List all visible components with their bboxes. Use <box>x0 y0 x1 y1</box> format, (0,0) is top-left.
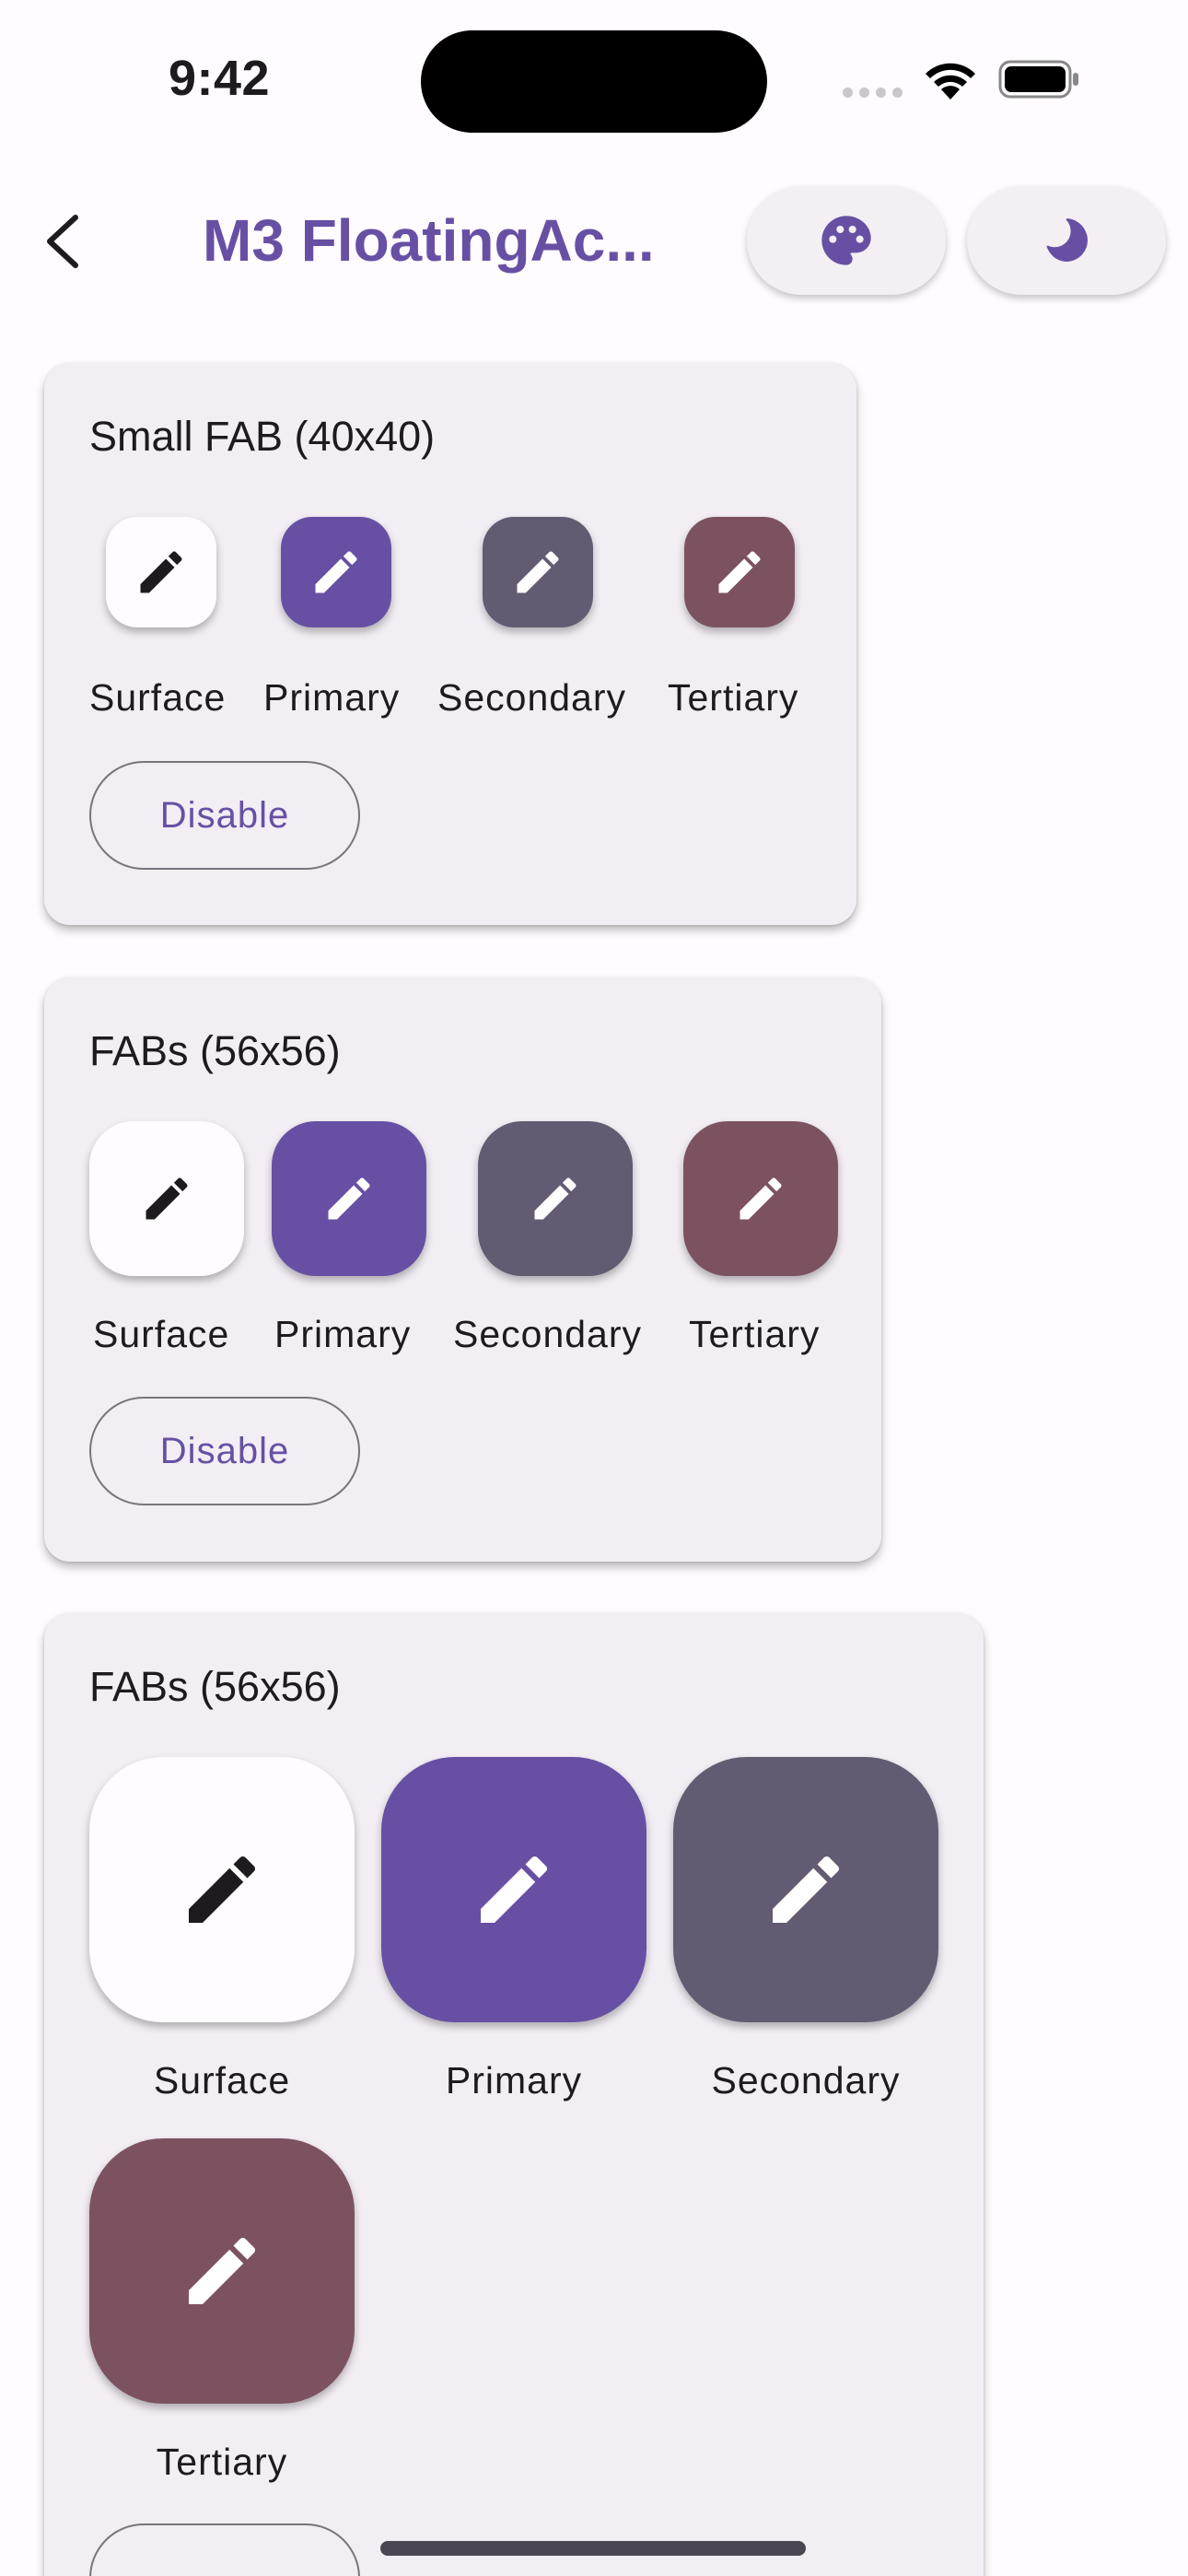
fab-label: Tertiary <box>156 2441 288 2483</box>
pencil-icon <box>328 1177 370 1220</box>
fab-label: Tertiary <box>689 1313 821 1355</box>
pencil-icon <box>140 551 182 593</box>
fab-label: Tertiary <box>668 676 799 719</box>
fab-label: Primary <box>274 1313 412 1355</box>
fab-secondary[interactable] <box>673 1757 938 2022</box>
disable-button[interactable]: Disable <box>89 1397 360 1505</box>
cellular-signal-icon <box>843 88 903 98</box>
theme-toggle-button[interactable] <box>967 186 1166 295</box>
fab-label: Surface <box>93 1313 230 1355</box>
pencil-icon <box>146 1177 188 1220</box>
pencil-icon <box>189 2237 256 2304</box>
pencil-icon <box>740 1177 782 1220</box>
pencil-icon <box>534 1177 577 1220</box>
screen: 9:42 M3 FloatingAc... Small FAB (40x40) … <box>0 0 1188 2576</box>
battery-icon <box>998 60 1078 99</box>
fab-tertiary[interactable] <box>89 2138 355 2404</box>
pencil-icon <box>517 551 559 593</box>
palette-icon <box>821 216 871 265</box>
pencil-icon <box>773 1856 840 1923</box>
pencil-icon <box>315 551 357 593</box>
moon-icon <box>1046 218 1088 262</box>
fab-tertiary[interactable] <box>683 1121 838 1276</box>
fab-surface[interactable] <box>89 1121 244 1276</box>
fab-label: Secondary <box>711 2059 901 2102</box>
card-title: FABs (56x56) <box>89 1027 341 1074</box>
fab-tertiary[interactable] <box>684 517 795 627</box>
wifi-icon <box>926 63 975 100</box>
small-fab-card: Small FAB (40x40) Surface Primary Second… <box>44 363 856 925</box>
fab-label: Surface <box>153 2059 291 2102</box>
fab-label: Primary <box>263 676 401 719</box>
palette-button[interactable] <box>747 186 946 295</box>
fab-label: Secondary <box>453 1313 643 1355</box>
fab-primary[interactable] <box>272 1121 426 1276</box>
card-title: Small FAB (40x40) <box>89 413 436 460</box>
fab-label: Primary <box>445 2059 583 2102</box>
fab-secondary[interactable] <box>483 517 593 627</box>
pencil-icon <box>189 1856 256 1923</box>
pencil-icon <box>481 1856 548 1923</box>
status-time: 9:42 <box>169 51 271 106</box>
disable-button[interactable] <box>89 2523 360 2576</box>
fab-label: Secondary <box>437 676 627 719</box>
large-fab-card: FABs (56x56) Surface Primary Secondary T… <box>44 1613 984 2576</box>
fab-label: Surface <box>89 676 227 719</box>
pencil-icon <box>718 551 761 593</box>
fab-surface[interactable] <box>106 517 216 627</box>
fab-secondary[interactable] <box>478 1121 633 1276</box>
fab-primary[interactable] <box>281 517 391 627</box>
home-indicator <box>380 2541 806 2556</box>
fab-surface[interactable] <box>89 1757 355 2022</box>
back-button[interactable] <box>35 205 90 278</box>
fab-primary[interactable] <box>381 1757 646 2022</box>
card-title: FABs (56x56) <box>89 1663 341 1710</box>
fab-card: FABs (56x56) Surface Primary Secondary T… <box>44 978 881 1562</box>
page-title: M3 FloatingAc... <box>203 207 655 274</box>
chevron-left-icon <box>47 215 78 268</box>
dynamic-island <box>421 30 767 133</box>
disable-button[interactable]: Disable <box>89 761 360 870</box>
